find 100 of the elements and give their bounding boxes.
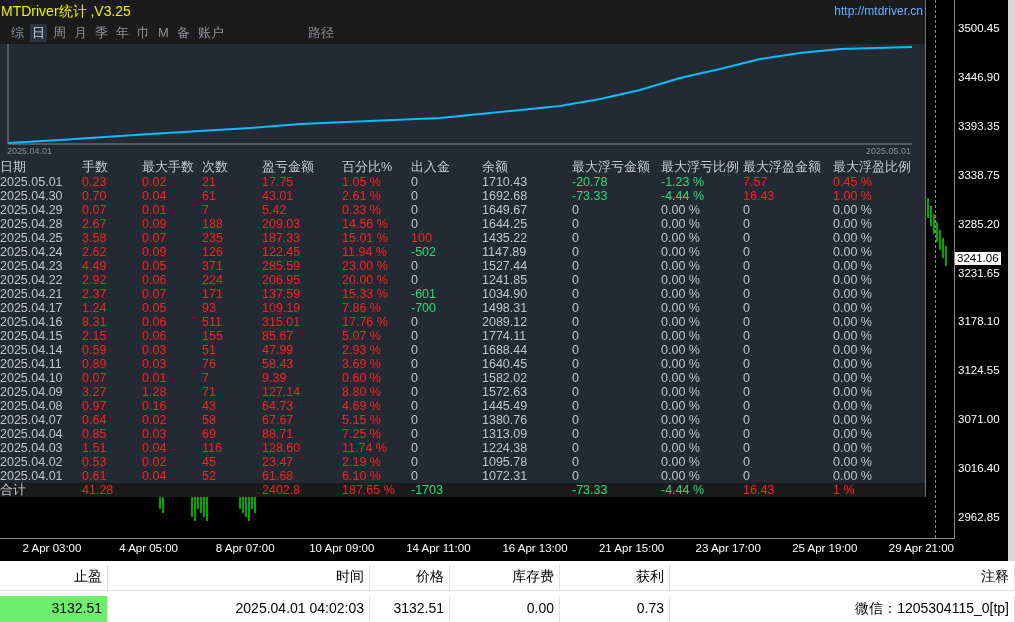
table-cell-text: 43.01 xyxy=(262,189,295,203)
table-cell-text: 1498.31 xyxy=(482,301,529,315)
table-cell-text: 7 xyxy=(202,371,210,385)
table-cell-text: 0 xyxy=(572,315,580,329)
table-cell-text: 224 xyxy=(202,273,224,287)
table-cell: 0.00 xyxy=(450,596,560,622)
table-cell-text: 0.00 % xyxy=(833,315,873,329)
tab[interactable]: 账户 xyxy=(195,24,226,42)
table-cell-text: 5.07 % xyxy=(342,329,382,343)
tab[interactable]: M xyxy=(156,24,171,42)
table-cell-text: -73.33 xyxy=(572,483,609,497)
tab[interactable]: 月 xyxy=(72,24,89,42)
table-cell-text: 116 xyxy=(202,441,223,455)
table-cell-text: 1072.31 xyxy=(482,469,529,483)
table-cell-text: 0.60 % xyxy=(342,371,382,385)
table-cell-text: 0 xyxy=(743,399,751,413)
table-cell-text: 155 xyxy=(202,329,224,343)
table-cell-text: 0.00 % xyxy=(661,343,701,357)
tab[interactable]: 日 xyxy=(30,24,47,42)
table-cell-text: 0.00 % xyxy=(833,217,873,231)
table-cell-text: 0.53 xyxy=(82,455,108,469)
tab[interactable]: 周 xyxy=(51,24,68,42)
table-cell-text: 0.00 % xyxy=(661,385,701,399)
table-cell-text: 206.95 xyxy=(262,273,302,287)
website-link[interactable]: http://mtdriver.cn xyxy=(834,4,923,18)
table-cell-text: 0 xyxy=(411,427,419,441)
table-cell-text: 0.00 % xyxy=(833,245,873,259)
table-cell-text: 0 xyxy=(572,203,580,217)
table-cell-text: 2025.04.10 xyxy=(0,371,64,385)
table-cell-text: 0 xyxy=(743,469,751,483)
table-cell-text: 109.19 xyxy=(262,301,302,315)
table-cell-text: 126 xyxy=(202,245,224,259)
table-cell-text: 0.02 xyxy=(142,175,168,189)
table-cell-text: 2025.04.25 xyxy=(0,231,64,245)
table-cell-text: 100 xyxy=(411,231,433,245)
table-cell-text: 0 xyxy=(743,441,751,455)
table-cell-text: 0.00 % xyxy=(661,245,701,259)
table-cell-text: 0 xyxy=(743,329,751,343)
table-cell-text: 2.61 % xyxy=(342,189,382,203)
table-cell-text: 0 xyxy=(743,259,751,273)
table-cell-text: 137.59 xyxy=(262,287,302,301)
table-cell-text: 0.00 % xyxy=(833,441,873,455)
table-cell-text: 0.04 xyxy=(142,469,168,483)
table-cell-text: 1380.76 xyxy=(482,413,529,427)
table-cell-text: 0.00 % xyxy=(833,357,873,371)
table-cell-text: 0 xyxy=(743,287,751,301)
table-cell-text: 0.00 % xyxy=(661,455,701,469)
table-cell-text: 0.00 % xyxy=(661,413,701,427)
tab[interactable]: 路径 xyxy=(305,24,336,42)
table-cell-text: 61.68 xyxy=(262,469,295,483)
table-cell-text: 2.15 xyxy=(82,329,108,343)
column-header: 次数 xyxy=(202,159,229,175)
tab[interactable]: 备 xyxy=(174,24,192,42)
table-cell-text: 41.28 xyxy=(82,483,115,497)
table-cell-text: 1435.22 xyxy=(482,231,529,245)
table-cell-text: 0 xyxy=(572,427,580,441)
tab[interactable]: 综 xyxy=(9,24,26,42)
table-cell-text: 61 xyxy=(202,189,217,203)
table-cell-text: 0 xyxy=(411,441,419,455)
time-label: 2 Apr 03:00 xyxy=(22,542,82,554)
table-cell-text: 0 xyxy=(411,455,419,469)
table-cell-text: 58.43 xyxy=(262,357,295,371)
table-cell-text: 0.04 xyxy=(142,441,168,455)
table-cell-text: 1572.63 xyxy=(482,385,529,399)
table-cell-text: 0 xyxy=(572,273,580,287)
table-cell-text: 0 xyxy=(411,315,419,329)
tab[interactable]: 年 xyxy=(114,24,131,42)
table-cell-text: 0.03 xyxy=(142,343,168,357)
table-cell-text: 0.07 xyxy=(82,371,108,385)
time-label: 29 Apr 21:00 xyxy=(888,542,954,554)
table-cell-text: 1.05 % xyxy=(342,175,382,189)
table-cell-text: 122.45 xyxy=(262,245,302,259)
table-cell-text: 209.03 xyxy=(262,217,302,231)
table-cell-text: 0 xyxy=(743,413,751,427)
table-cell-text: 0.07 xyxy=(142,287,168,301)
table-cell-text: -1703 xyxy=(411,483,444,497)
table-cell-text: 2025.04.11 xyxy=(0,357,63,371)
table-cell-text: 7 xyxy=(202,203,210,217)
table-cell-text: 7.25 % xyxy=(342,427,382,441)
table-cell-text: 3.58 xyxy=(82,231,108,245)
table-cell-text: 23.47 xyxy=(262,455,295,469)
table-cell-text: 14.56 % xyxy=(342,217,389,231)
table-cell-text: 93 xyxy=(202,301,217,315)
table-cell-text: 2025.04.21 xyxy=(0,287,64,301)
table-cell-text: 51 xyxy=(202,343,217,357)
table-cell-text: 69 xyxy=(202,427,217,441)
table-cell-text: 17.76 % xyxy=(342,315,389,329)
tab[interactable]: 季 xyxy=(93,24,110,42)
table-cell-text: 7.57 xyxy=(743,175,769,189)
table-cell-text: 0.03 xyxy=(142,357,168,371)
table-cell-text: 2025.04.15 xyxy=(0,329,64,343)
table-cell-text: 1.00 % xyxy=(833,189,873,203)
tab[interactable]: 巾 xyxy=(135,24,152,42)
table-cell-text: 0.33 % xyxy=(342,203,382,217)
table-cell-text: 1527.44 xyxy=(482,259,529,273)
table-cell-text: 7.86 % xyxy=(342,301,382,315)
table-cell-text: 0 xyxy=(572,469,580,483)
table-cell-text: 1224.38 xyxy=(482,441,529,455)
table-cell-text: 3.69 % xyxy=(342,357,382,371)
scrollbar[interactable] xyxy=(1008,0,1015,561)
